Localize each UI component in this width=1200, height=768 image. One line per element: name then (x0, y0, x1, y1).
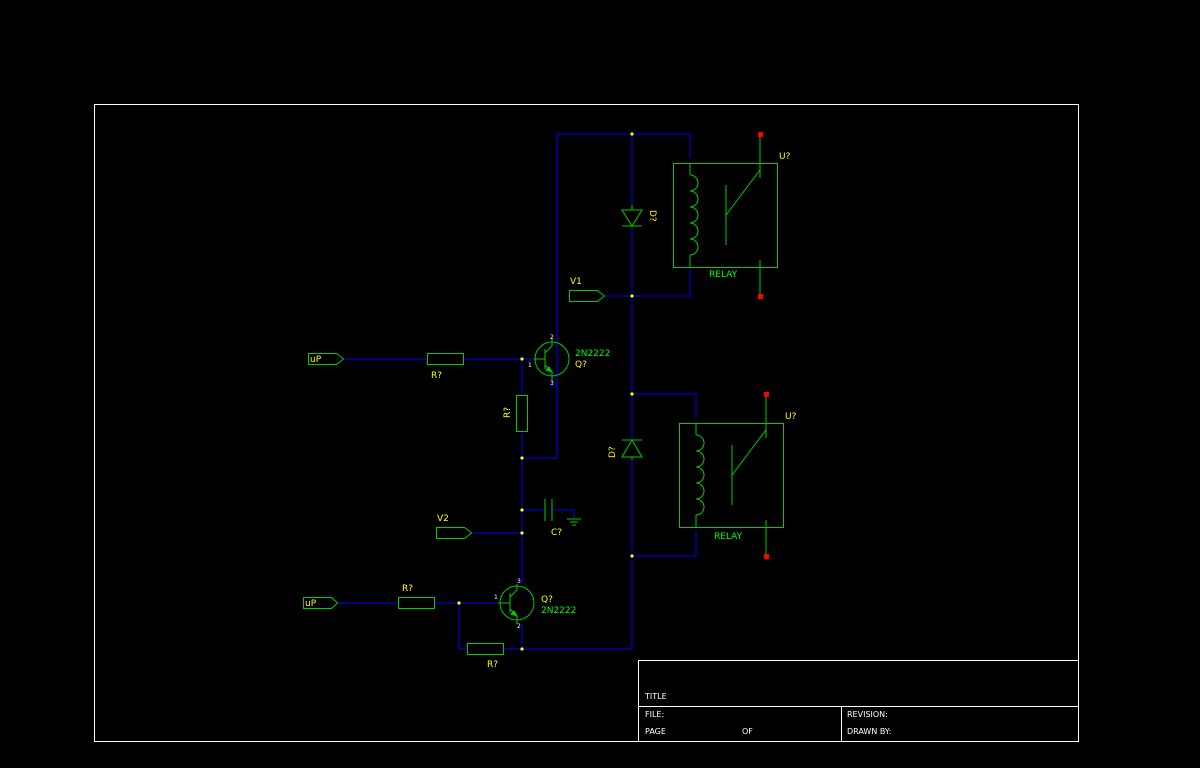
transistor-top[interactable] (534, 338, 570, 380)
resistor-pull-top[interactable] (516, 395, 528, 432)
port-up-bottom[interactable]: uP (303, 597, 339, 610)
resistor-pull-bottom-ref: R? (487, 660, 498, 670)
relay-bottom-pin-1[interactable] (764, 392, 769, 397)
diode-bottom-ref: D? (608, 446, 618, 458)
relay-top-value: RELAY (709, 270, 738, 280)
relay-bottom-pin-2[interactable] (764, 554, 769, 559)
resistor-pull-bottom[interactable] (467, 643, 504, 655)
transistor-top-ref: Q? (575, 360, 587, 370)
title-block-revision: REVISION: (847, 710, 888, 719)
relay-bottom-ref: U? (785, 412, 797, 422)
relay-top-pin-1[interactable] (758, 132, 763, 137)
capacitor[interactable] (544, 499, 553, 521)
capacitor-ref: C? (551, 528, 562, 538)
resistor-base-top-ref: R? (431, 371, 442, 381)
sheet-border (94, 104, 1079, 742)
port-up-top-label: uP (310, 355, 322, 365)
transistor-top-pin-c: 2 (550, 334, 554, 341)
port-v2-label: V2 (437, 514, 449, 524)
port-up-bottom-label: uP (305, 599, 317, 609)
transistor-bottom-pin-b: 1 (494, 594, 498, 601)
title-block-of: OF (742, 727, 753, 736)
junction-dots (457, 132, 634, 651)
diode-top[interactable] (621, 205, 643, 227)
schematic-canvas[interactable]: TITLE FILE: PAGE OF REVISION: DRAWN BY: (0, 0, 1200, 768)
title-block-page: PAGE (645, 727, 666, 736)
title-block-file: FILE: (645, 710, 664, 719)
port-v1[interactable]: V1 (569, 277, 606, 302)
transistor-bottom-ref: Q? (541, 595, 553, 605)
relay-bottom-value: RELAY (714, 532, 743, 542)
port-v1-label: V1 (570, 277, 582, 287)
diode-bottom[interactable] (621, 439, 643, 460)
transistor-bottom-pin-e: 2 (517, 623, 521, 630)
title-block-drawn-by: DRAWN BY: (847, 727, 891, 736)
diode-top-ref: D? (647, 210, 657, 222)
resistor-pull-top-ref: R? (503, 407, 513, 418)
port-up-top[interactable]: uP (308, 353, 345, 366)
transistor-top-pin-b: 1 (528, 362, 532, 369)
transistor-top-value: 2N2222 (575, 349, 610, 359)
transistor-bottom[interactable] (498, 584, 535, 624)
transistor-bottom-pin-c: 3 (517, 578, 521, 585)
relay-top-ref: U? (779, 152, 791, 162)
port-v2[interactable]: V2 (436, 514, 473, 539)
transistor-bottom-value: 2N2222 (541, 606, 576, 616)
resistor-base-bottom[interactable] (398, 597, 435, 609)
wires[interactable] (337, 133, 697, 650)
ground-icon (567, 518, 581, 526)
title-block-title: TITLE (644, 692, 667, 701)
resistor-base-bottom-ref: R? (402, 584, 413, 594)
transistor-top-pin-e: 3 (550, 380, 554, 387)
resistor-base-top[interactable] (427, 353, 464, 365)
relay-top-pin-2[interactable] (758, 294, 763, 299)
